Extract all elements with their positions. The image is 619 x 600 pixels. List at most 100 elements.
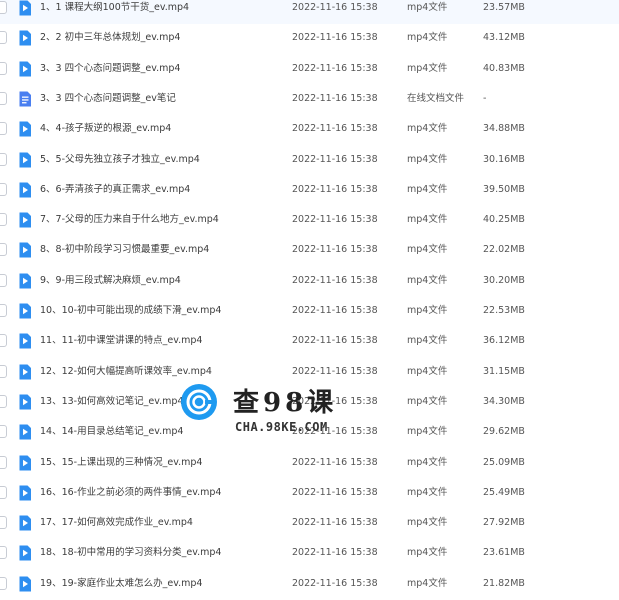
file-name[interactable]: 3、3 四个心态问题调整_ev.mp4 <box>40 55 180 83</box>
file-row[interactable]: 5、5-父母先独立孩子才独立_ev.mp4 2022-11-16 15:38 mp4… <box>0 146 619 176</box>
file-date: 2022-11-16 15:38 <box>292 547 378 559</box>
video-file-icon <box>18 30 32 46</box>
row-checkbox[interactable] <box>0 425 7 439</box>
file-size: 30.20MB <box>483 274 525 286</box>
file-name[interactable]: 14、14-用目录总结笔记_ev.mp4 <box>40 418 183 446</box>
file-row[interactable]: 1、1 课程大纲100节干货_ev.mp4 2022-11-16 15:38 mp4… <box>0 0 619 24</box>
row-checkbox[interactable] <box>0 304 7 317</box>
file-date: 2022-11-16 15:38 <box>292 2 378 13</box>
video-file-icon <box>18 333 32 349</box>
file-name[interactable]: 18、18-初中常用的学习资料分类_ev.mp4 <box>40 539 221 567</box>
file-row[interactable]: 11、11-初中课堂讲课的特点_ev.mp4 2022-11-16 15:38 mp… <box>0 327 619 357</box>
file-size: 30.16MB <box>483 153 525 165</box>
file-name[interactable]: 9、9-用三段式解决麻烦_ev.mp4 <box>40 267 181 295</box>
row-checkbox[interactable] <box>0 213 7 227</box>
file-row[interactable]: 7、7-父母的压力来自于什么地方_ev.mp4 2022-11-16 15:38 m… <box>0 206 619 236</box>
file-row[interactable]: 15、15-上课出现的三种情况_ev.mp4 2022-11-16 15:38 mp… <box>0 449 619 479</box>
file-type: mp4文件 <box>407 214 448 226</box>
file-size: 36.12MB <box>483 335 525 347</box>
row-checkbox[interactable] <box>0 61 7 75</box>
file-row[interactable]: 3、3 四个心态问题调整_ev.mp4 2022-11-16 15:38 mp4文件… <box>0 55 619 85</box>
row-checkbox[interactable] <box>0 516 7 530</box>
row-checkbox[interactable] <box>0 152 7 166</box>
file-row[interactable]: 16、16-作业之前必须的两件事情_ev.mp4 2022-11-16 15:38… <box>0 479 619 509</box>
file-size: 22.53MB <box>483 305 525 316</box>
file-name[interactable]: 3、3 四个心态问题调整_ev笔记 <box>40 85 176 113</box>
video-file-icon <box>18 364 32 380</box>
file-type: mp4文件 <box>407 426 448 438</box>
row-checkbox[interactable] <box>0 546 7 560</box>
file-type: mp4文件 <box>407 365 448 377</box>
file-date: 2022-11-16 15:38 <box>292 517 378 529</box>
video-file-icon <box>18 394 32 410</box>
file-date: 2022-11-16 15:38 <box>292 32 378 44</box>
file-size: 34.88MB <box>483 123 525 135</box>
row-checkbox[interactable] <box>0 394 7 408</box>
row-checkbox[interactable] <box>0 91 7 105</box>
video-file-icon <box>18 0 32 16</box>
row-checkbox[interactable] <box>0 576 7 590</box>
file-size: - <box>483 92 487 104</box>
file-type: mp4文件 <box>407 2 448 13</box>
row-checkbox[interactable] <box>0 364 7 378</box>
file-row[interactable]: 2、2 初中三年总体规划_ev.mp4 2022-11-16 15:38 mp4文件… <box>0 24 619 54</box>
file-name[interactable]: 13、13-如何高效记笔记_ev.mp4 <box>40 388 183 416</box>
file-row[interactable]: 3、3 四个心态问题调整_ev笔记 2022-11-16 15:38 在线文档文件 - <box>0 85 619 115</box>
file-name[interactable]: 2、2 初中三年总体规划_ev.mp4 <box>40 24 180 52</box>
row-checkbox[interactable] <box>0 1 7 14</box>
row-checkbox[interactable] <box>0 455 7 469</box>
file-name[interactable]: 5、5-父母先独立孩子才独立_ev.mp4 <box>40 146 200 174</box>
file-row[interactable]: 4、4-孩子叛逆的根源_ev.mp4 2022-11-16 15:38 mp4文件 3… <box>0 115 619 145</box>
file-size: 43.12MB <box>483 32 525 44</box>
file-row[interactable]: 19、19-家庭作业太难怎么办_ev.mp4 2022-11-16 15:38 mp… <box>0 570 619 600</box>
row-checkbox[interactable] <box>0 122 7 136</box>
file-type: mp4文件 <box>407 274 448 286</box>
row-checkbox[interactable] <box>0 334 7 348</box>
file-name[interactable]: 6、6-弄清孩子的真正需求_ev.mp4 <box>40 176 190 204</box>
row-checkbox[interactable] <box>0 273 7 287</box>
file-date: 2022-11-16 15:38 <box>292 123 378 135</box>
file-name[interactable]: 16、16-作业之前必须的两件事情_ev.mp4 <box>40 479 221 507</box>
row-checkbox[interactable] <box>0 31 7 45</box>
file-name[interactable]: 8、8-初中阶段学习习惯最重要_ev.mp4 <box>40 236 209 264</box>
file-type: mp4文件 <box>407 456 448 468</box>
file-row[interactable]: 12、12-如何大幅提高听课效率_ev.mp4 2022-11-16 15:38 m… <box>0 358 619 388</box>
file-name[interactable]: 4、4-孩子叛逆的根源_ev.mp4 <box>40 115 171 143</box>
file-name[interactable]: 7、7-父母的压力来自于什么地方_ev.mp4 <box>40 206 219 234</box>
row-checkbox[interactable] <box>0 485 7 499</box>
file-row[interactable]: 18、18-初中常用的学习资料分类_ev.mp4 2022-11-16 15:38… <box>0 539 619 569</box>
video-file-icon <box>18 61 32 77</box>
file-name[interactable]: 11、11-初中课堂讲课的特点_ev.mp4 <box>40 327 202 355</box>
file-type: mp4文件 <box>407 547 448 559</box>
file-date: 2022-11-16 15:38 <box>292 486 378 498</box>
file-name[interactable]: 12、12-如何大幅提高听课效率_ev.mp4 <box>40 358 212 386</box>
file-size: 27.92MB <box>483 517 525 529</box>
row-checkbox[interactable] <box>0 243 7 257</box>
file-date: 2022-11-16 15:38 <box>292 577 378 589</box>
file-size: 25.49MB <box>483 486 525 498</box>
file-date: 2022-11-16 15:38 <box>292 62 378 74</box>
file-name[interactable]: 19、19-家庭作业太难怎么办_ev.mp4 <box>40 570 202 598</box>
file-row[interactable]: 13、13-如何高效记笔记_ev.mp4 2022-11-16 15:38 mp4文… <box>0 388 619 418</box>
file-row[interactable]: 17、17-如何高效完成作业_ev.mp4 2022-11-16 15:38 mp4… <box>0 509 619 539</box>
file-row[interactable]: 9、9-用三段式解决麻烦_ev.mp4 2022-11-16 15:38 mp4文件… <box>0 267 619 297</box>
file-type: mp4文件 <box>407 395 448 407</box>
file-name[interactable]: 10、10-初中可能出现的成绩下滑_ev.mp4 <box>40 297 221 325</box>
file-size: 21.82MB <box>483 577 525 589</box>
file-row[interactable]: 8、8-初中阶段学习习惯最重要_ev.mp4 2022-11-16 15:38 mp… <box>0 236 619 266</box>
file-row[interactable]: 14、14-用目录总结笔记_ev.mp4 2022-11-16 15:38 mp4文… <box>0 418 619 448</box>
video-file-icon <box>18 121 32 137</box>
file-type: mp4文件 <box>407 123 448 135</box>
file-date: 2022-11-16 15:38 <box>292 274 378 286</box>
file-date: 2022-11-16 15:38 <box>292 92 378 104</box>
file-date: 2022-11-16 15:38 <box>292 426 378 438</box>
file-name[interactable]: 17、17-如何高效完成作业_ev.mp4 <box>40 509 193 537</box>
file-date: 2022-11-16 15:38 <box>292 305 378 316</box>
row-checkbox[interactable] <box>0 182 7 196</box>
file-name[interactable]: 15、15-上课出现的三种情况_ev.mp4 <box>40 449 202 477</box>
file-row[interactable]: 10、10-初中可能出现的成绩下滑_ev.mp4 2022-11-16 15:38… <box>0 297 619 327</box>
document-file-icon <box>18 91 32 107</box>
file-row[interactable]: 6、6-弄清孩子的真正需求_ev.mp4 2022-11-16 15:38 mp4文… <box>0 176 619 206</box>
file-name[interactable]: 1、1 课程大纲100节干货_ev.mp4 <box>40 0 189 22</box>
file-type: mp4文件 <box>407 517 448 529</box>
